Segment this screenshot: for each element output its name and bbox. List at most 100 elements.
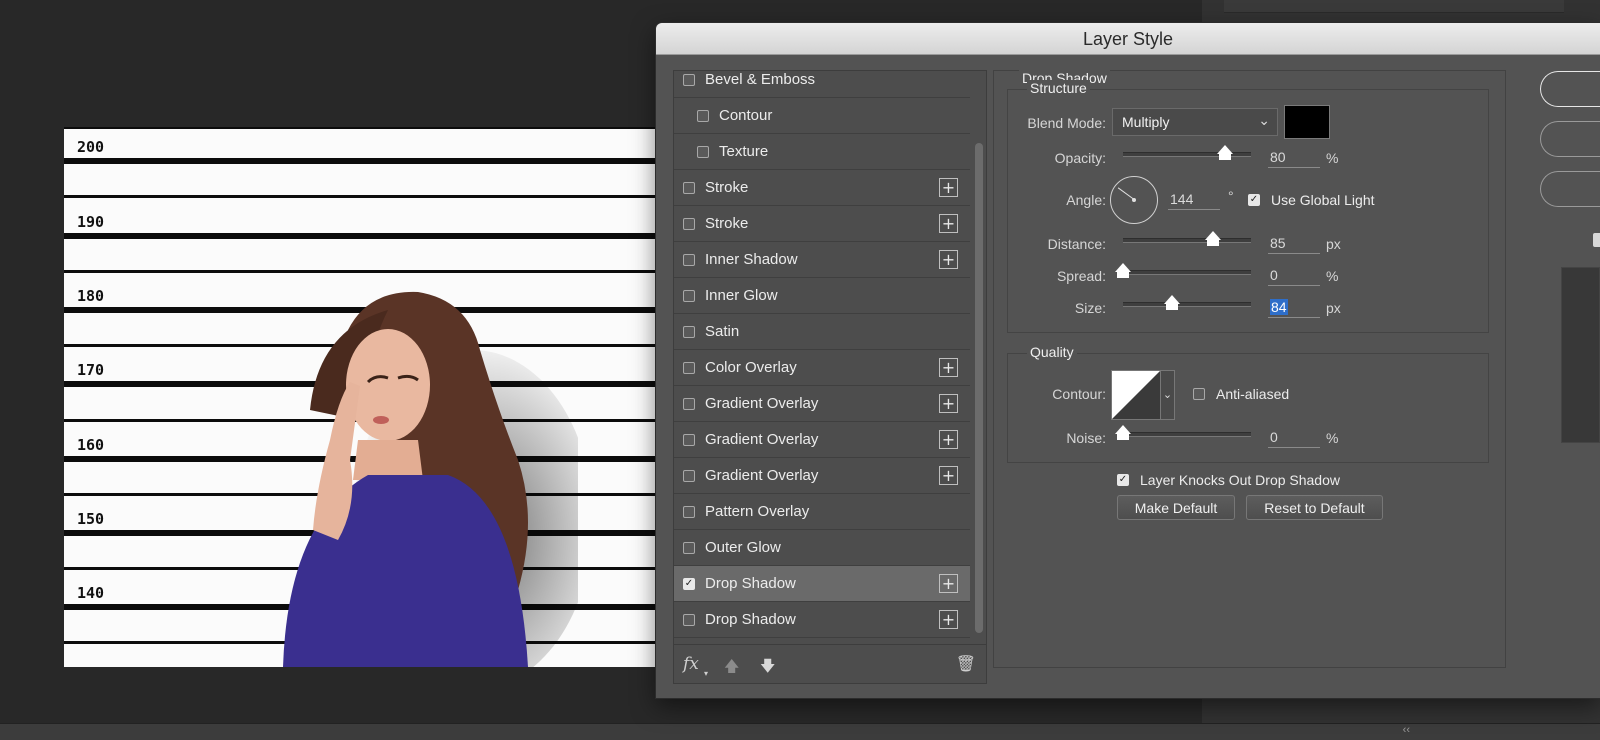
- dialog-titlebar[interactable]: Layer Style: [656, 23, 1600, 55]
- height-mark-label: 160: [77, 436, 105, 454]
- ok-button[interactable]: [1540, 71, 1600, 107]
- style-row-drop-shadow[interactable]: ✓ Drop Shadow +: [674, 566, 970, 602]
- style-row-inner-glow[interactable]: Inner Glow: [674, 278, 970, 314]
- noise-label: Noise:: [1066, 430, 1106, 446]
- style-label: Inner Glow: [705, 287, 778, 304]
- spread-slider[interactable]: [1115, 263, 1251, 278]
- noise-slider-thumb[interactable]: [1115, 425, 1131, 440]
- blend-mode-value: Multiply: [1122, 114, 1170, 130]
- move-down-arrow-icon[interactable]: 🡇: [760, 656, 775, 681]
- style-checkbox[interactable]: [683, 325, 695, 338]
- angle-label: Angle:: [1066, 192, 1106, 208]
- angle-input[interactable]: 144: [1168, 191, 1220, 210]
- height-mark-label: 200: [77, 138, 105, 156]
- contour-preview[interactable]: [1111, 370, 1161, 420]
- spread-input[interactable]: 0: [1268, 267, 1320, 286]
- opacity-input[interactable]: 80: [1268, 149, 1320, 168]
- opacity-slider-thumb[interactable]: [1217, 145, 1234, 160]
- style-checkbox[interactable]: [683, 541, 695, 554]
- style-row-gradient-overlay[interactable]: Gradient Overlay +: [674, 386, 970, 422]
- distance-slider-thumb[interactable]: [1204, 231, 1221, 246]
- make-default-button[interactable]: Make Default: [1117, 495, 1235, 520]
- style-checkbox[interactable]: [683, 397, 695, 410]
- opacity-unit: %: [1326, 150, 1339, 166]
- style-checkbox[interactable]: [683, 469, 695, 482]
- angle-dial[interactable]: [1110, 176, 1158, 224]
- collapse-panels-icon[interactable]: ‹‹: [1403, 724, 1410, 736]
- style-checkbox[interactable]: [697, 109, 709, 122]
- move-up-arrow-icon[interactable]: 🡅: [724, 656, 739, 681]
- spread-unit: %: [1326, 268, 1339, 284]
- add-effect-plus-icon[interactable]: +: [939, 214, 958, 233]
- noise-input[interactable]: 0: [1268, 429, 1320, 448]
- style-row-contour[interactable]: Contour: [674, 98, 970, 134]
- styles-list-scrollbar[interactable]: [975, 143, 983, 633]
- height-mark-label: 150: [77, 510, 105, 528]
- add-effect-plus-icon[interactable]: +: [939, 610, 958, 629]
- anti-aliased-checkbox[interactable]: [1193, 388, 1205, 400]
- style-checkbox[interactable]: [683, 433, 695, 446]
- style-row-color-overlay[interactable]: Color Overlay +: [674, 350, 970, 386]
- style-checkbox[interactable]: [683, 217, 695, 230]
- style-row-satin[interactable]: Satin: [674, 314, 970, 350]
- layer-knocks-out-label: Layer Knocks Out Drop Shadow: [1140, 472, 1340, 488]
- style-checkbox[interactable]: [683, 613, 695, 626]
- add-effect-plus-icon[interactable]: +: [939, 178, 958, 197]
- size-slider-thumb[interactable]: [1163, 295, 1180, 310]
- style-row-inner-shadow[interactable]: Inner Shadow +: [674, 242, 970, 278]
- style-row-texture[interactable]: Texture: [674, 134, 970, 170]
- add-effect-plus-icon[interactable]: +: [939, 250, 958, 269]
- distance-input[interactable]: 85: [1268, 235, 1320, 254]
- style-row-gradient-overlay[interactable]: Gradient Overlay +: [674, 458, 970, 494]
- style-checkbox[interactable]: [683, 289, 695, 302]
- drop-shadow-settings: Drop Shadow Structure Blend Mode: Multip…: [993, 70, 1506, 668]
- add-effect-plus-icon[interactable]: +: [939, 430, 958, 449]
- opacity-slider[interactable]: [1123, 145, 1251, 160]
- contour-dropdown-chevron-icon[interactable]: ⌄: [1161, 370, 1175, 420]
- style-row-pattern-overlay[interactable]: Pattern Overlay: [674, 494, 970, 530]
- add-effect-plus-icon[interactable]: +: [939, 574, 958, 593]
- structure-group: Structure Blend Mode: Multiply ⌄ Opacity…: [1007, 80, 1489, 333]
- fx-menu-button[interactable]: fx: [683, 654, 699, 674]
- add-effect-plus-icon[interactable]: +: [939, 466, 958, 485]
- layer-knocks-out-checkbox[interactable]: ✓: [1117, 474, 1129, 486]
- size-label: Size:: [1074, 300, 1106, 316]
- styles-list-viewport: Bevel & Emboss Contour Texture Stroke + Strok…: [674, 71, 970, 645]
- layer-style-dialog: Layer Style Bevel & Emboss Contour Texture…: [656, 23, 1600, 698]
- style-row-stroke[interactable]: Stroke +: [674, 170, 970, 206]
- spread-slider-thumb[interactable]: [1115, 263, 1131, 278]
- style-row-outer-glow[interactable]: Outer Glow: [674, 530, 970, 566]
- style-label: Gradient Overlay: [705, 395, 819, 412]
- delete-effect-trash-icon[interactable]: 🗑: [956, 654, 976, 674]
- style-checkbox[interactable]: [683, 361, 695, 374]
- size-slider[interactable]: [1123, 295, 1251, 310]
- preview-checkbox[interactable]: [1593, 233, 1600, 247]
- style-row-bevel-emboss[interactable]: Bevel & Emboss: [674, 71, 970, 98]
- document-canvas: 200 190 180 170 160 150 140: [64, 127, 664, 667]
- size-input[interactable]: 84: [1268, 299, 1320, 318]
- style-row-gradient-overlay[interactable]: Gradient Overlay +: [674, 422, 970, 458]
- style-row-stroke[interactable]: Stroke +: [674, 206, 970, 242]
- style-label: Color Overlay: [705, 359, 797, 376]
- quality-group: Quality Contour: ⌄ Anti-aliased Noise: 0…: [1007, 344, 1489, 463]
- angle-unit: °: [1228, 188, 1234, 204]
- style-checkbox[interactable]: [683, 73, 695, 86]
- reset-to-default-button[interactable]: Reset to Default: [1246, 495, 1383, 520]
- cancel-button[interactable]: [1540, 121, 1600, 157]
- style-checkbox[interactable]: ✓: [683, 577, 695, 590]
- style-checkbox[interactable]: [683, 181, 695, 194]
- add-effect-plus-icon[interactable]: +: [939, 394, 958, 413]
- blend-mode-select[interactable]: Multiply ⌄: [1112, 108, 1278, 136]
- use-global-light-checkbox[interactable]: ✓: [1248, 194, 1260, 206]
- distance-slider[interactable]: [1123, 231, 1251, 246]
- shadow-color-swatch[interactable]: [1284, 105, 1330, 139]
- add-effect-plus-icon[interactable]: +: [939, 358, 958, 377]
- style-checkbox[interactable]: [683, 505, 695, 518]
- layers-panel-toolbar: [1224, 0, 1564, 13]
- new-style-button[interactable]: [1540, 171, 1600, 207]
- style-row-drop-shadow[interactable]: Drop Shadow +: [674, 602, 970, 638]
- style-checkbox[interactable]: [683, 253, 695, 266]
- noise-slider[interactable]: [1115, 425, 1251, 440]
- size-unit: px: [1326, 300, 1341, 316]
- style-checkbox[interactable]: [697, 145, 709, 158]
